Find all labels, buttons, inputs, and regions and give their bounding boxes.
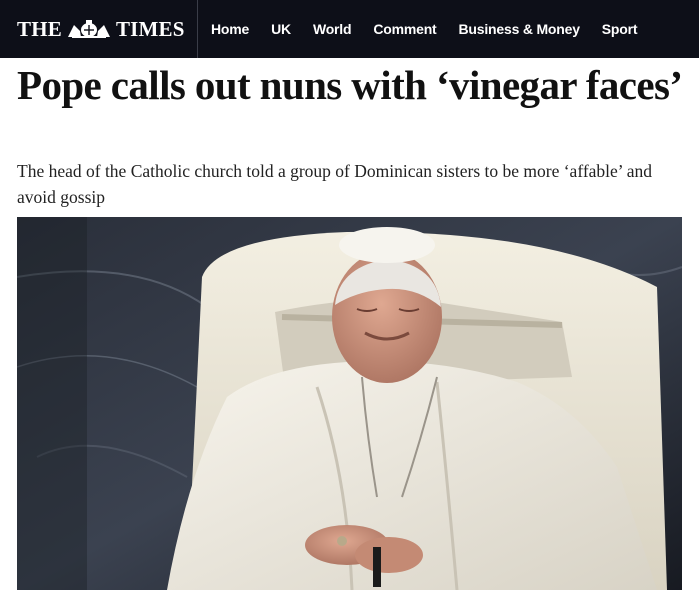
article-lead-image[interactable]: [17, 217, 682, 590]
article-standfirst: The head of the Catholic church told a g…: [17, 161, 652, 207]
top-navigation-bar: THE TIMES Home UK World Comment Business…: [0, 0, 699, 58]
logo-text-the: THE: [17, 16, 62, 41]
site-logo[interactable]: THE TIMES: [0, 0, 198, 58]
royal-crest-icon: [67, 20, 110, 38]
nav-world[interactable]: World: [313, 21, 352, 37]
pope-photo-illustration: [17, 217, 682, 590]
nav-sport[interactable]: Sport: [602, 21, 638, 37]
logo-text-times: TIMES: [115, 16, 185, 41]
nav-comment[interactable]: Comment: [373, 21, 436, 37]
main-nav: Home UK World Comment Business & Money S…: [198, 0, 659, 58]
nav-business-money[interactable]: Business & Money: [459, 21, 580, 37]
article-headline: Pope calls out nuns with ‘vinegar faces’: [17, 62, 683, 108]
nav-uk[interactable]: UK: [271, 21, 291, 37]
nav-home[interactable]: Home: [211, 21, 249, 37]
